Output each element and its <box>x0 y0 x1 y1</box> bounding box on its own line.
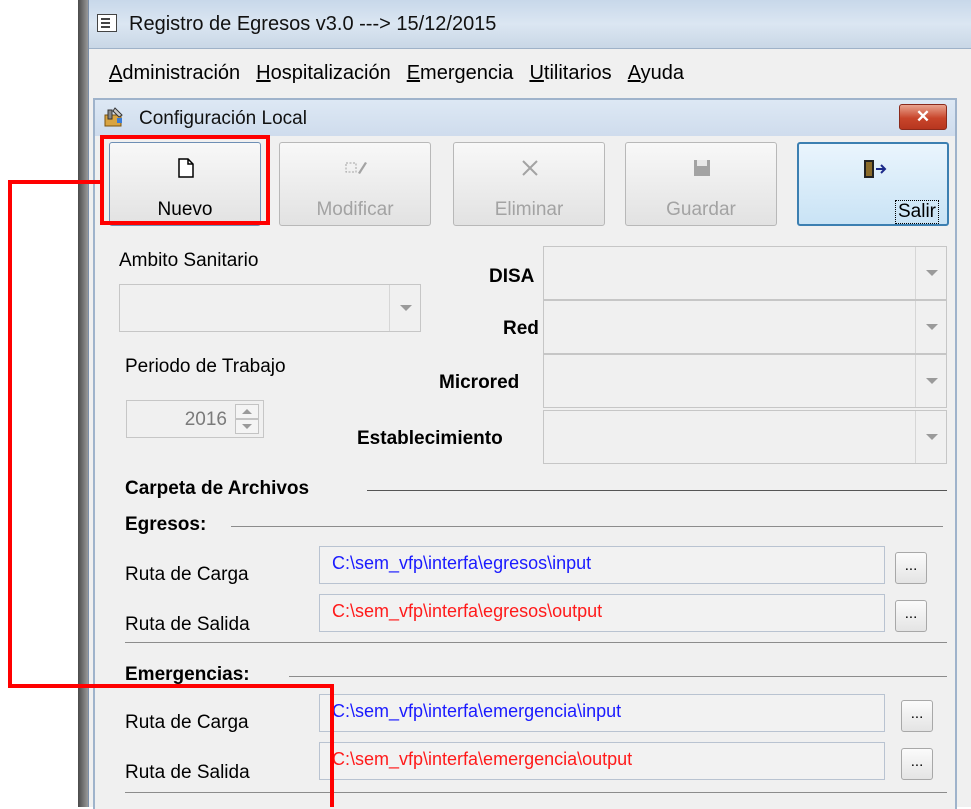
chevron-down-icon <box>915 411 946 463</box>
salir-label: Salir <box>894 200 939 224</box>
carpeta-section-label: Carpeta de Archivos <box>125 478 310 499</box>
annotation-line-left <box>8 180 12 688</box>
annotation-line-top <box>8 180 102 184</box>
emergencias-label: Emergencias: <box>125 664 250 685</box>
egresos-carga-browse-button[interactable]: ... <box>895 552 927 584</box>
microred-select[interactable] <box>543 354 947 408</box>
tools-icon <box>104 107 123 127</box>
menu-utilitarios[interactable]: Utilitarios <box>523 58 621 90</box>
emergencia-salida-label: Ruta de Salida <box>125 762 250 783</box>
eliminar-label: Eliminar <box>494 199 564 220</box>
modificar-button[interactable]: Modificar <box>279 142 431 226</box>
modificar-label: Modificar <box>316 199 394 220</box>
carpeta-separator <box>367 490 947 491</box>
menu-ayuda[interactable]: Ayuda <box>622 58 694 90</box>
menu-hospitalizacion[interactable]: Hospitalización <box>250 58 401 90</box>
egresos-salida-field[interactable]: C:\sem_vfp\interfa\egresos\output <box>319 594 885 632</box>
emergencia-carga-browse-button[interactable]: ... <box>901 700 933 732</box>
chevron-down-icon <box>915 301 946 353</box>
red-select[interactable] <box>543 300 947 354</box>
periodo-value: 2016 <box>184 409 227 430</box>
spinner-down-icon[interactable] <box>235 419 259 434</box>
chevron-down-icon <box>915 247 946 299</box>
salir-button[interactable]: Salir <box>797 142 949 226</box>
menu-emergencia[interactable]: Emergencia <box>401 58 524 90</box>
guardar-button[interactable]: Guardar <box>625 142 777 226</box>
dialog-title: Configuración Local <box>139 108 307 129</box>
egresos-salida-label: Ruta de Salida <box>125 614 250 635</box>
spinner-up-icon[interactable] <box>235 404 259 419</box>
periodo-spinner[interactable]: 2016 <box>126 400 264 438</box>
microred-label: Microred <box>439 372 520 393</box>
egresos-label: Egresos: <box>125 514 207 535</box>
chevron-down-icon <box>915 355 946 407</box>
ambito-select[interactable] <box>119 284 421 332</box>
egresos-carga-field[interactable]: C:\sem_vfp\interfa\egresos\input <box>319 546 885 584</box>
establecimiento-select[interactable] <box>543 410 947 464</box>
dialog-titlebar[interactable]: Configuración Local ✕ <box>95 100 955 136</box>
delete-icon <box>522 160 538 176</box>
menu-administracion[interactable]: Administración <box>103 58 250 90</box>
annotation-line-down <box>330 684 334 807</box>
emergencia-salida-browse-button[interactable]: ... <box>901 748 933 780</box>
establecimiento-label: Establecimiento <box>357 428 503 449</box>
window-titlebar[interactable]: Registro de Egresos v3.0 ---> 15/12/2015 <box>89 0 971 49</box>
highlight-box-nuevo <box>100 135 270 225</box>
guardar-label: Guardar <box>666 199 736 220</box>
edit-icon <box>345 162 367 174</box>
app-icon <box>97 14 117 32</box>
periodo-label: Periodo de Trabajo <box>125 356 286 377</box>
emergencia-carga-field[interactable]: C:\sem_vfp\interfa\emergencia\input <box>319 694 885 732</box>
red-label: Red <box>503 318 539 339</box>
chevron-down-icon <box>389 285 420 331</box>
disa-label: DISA <box>489 266 535 287</box>
emergencia-salida-field[interactable]: C:\sem_vfp\interfa\emergencia\output <box>319 742 885 780</box>
ambito-label: Ambito Sanitario <box>119 250 259 271</box>
egresos-carga-label: Ruta de Carga <box>125 564 249 585</box>
emergencia-carga-label: Ruta de Carga <box>125 712 249 733</box>
window-title: Registro de Egresos v3.0 ---> 15/12/2015 <box>129 13 497 35</box>
emergencias-separator <box>289 676 947 677</box>
egresos-bottom-separator <box>125 642 947 643</box>
eliminar-button[interactable]: Eliminar <box>453 142 605 226</box>
close-button[interactable]: ✕ <box>899 104 947 130</box>
emergencias-bottom-separator <box>125 792 947 793</box>
menubar: Administración Hospitalización Emergenci… <box>103 58 694 90</box>
disa-select[interactable] <box>543 246 947 300</box>
annotation-line-bottom <box>8 684 334 688</box>
exit-door-icon <box>864 160 887 178</box>
save-icon <box>694 160 710 176</box>
egresos-salida-browse-button[interactable]: ... <box>895 600 927 632</box>
egresos-separator <box>231 526 943 527</box>
